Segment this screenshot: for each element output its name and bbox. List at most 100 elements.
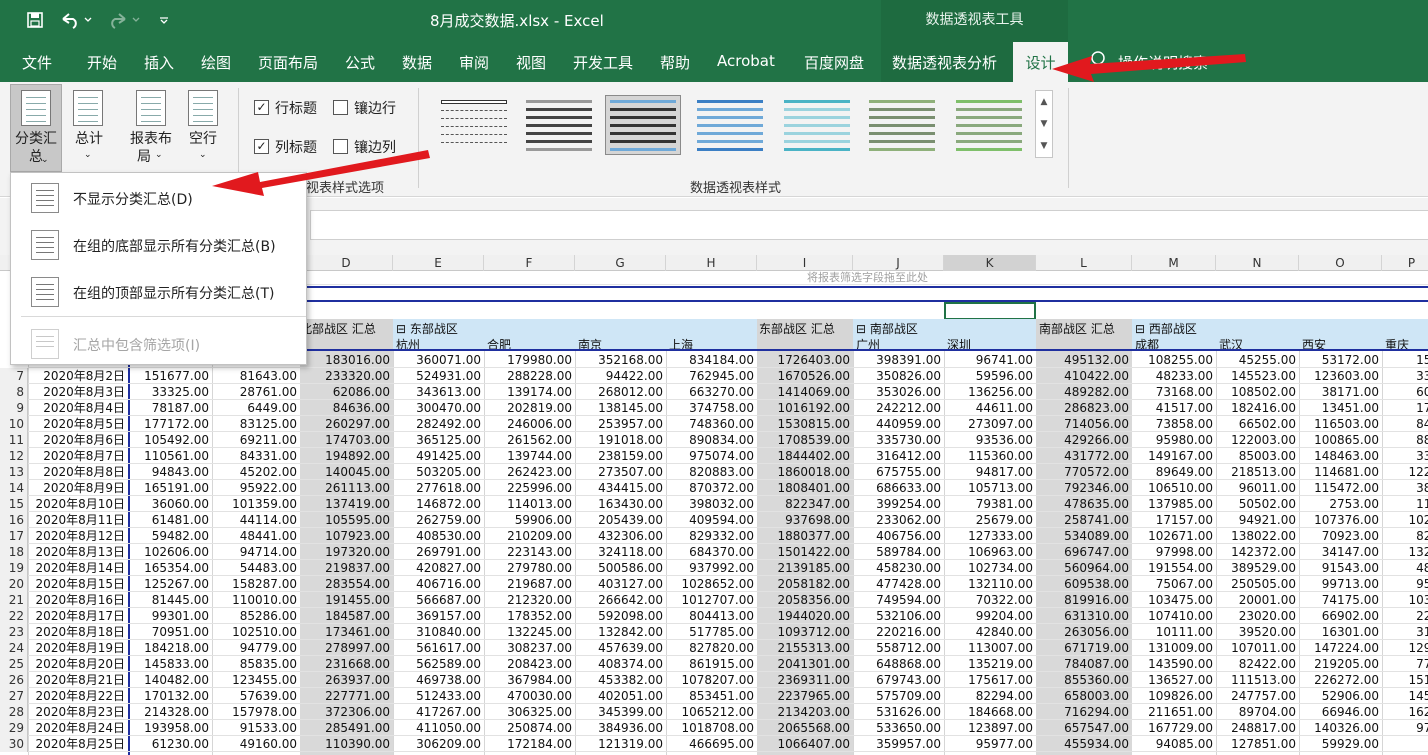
value-cell[interactable]: 1621: [1382, 704, 1428, 720]
value-cell[interactable]: 365125.00: [393, 432, 484, 448]
value-cell[interactable]: 1018708.00: [666, 720, 757, 736]
value-cell[interactable]: 123455.00: [212, 672, 300, 688]
value-cell[interactable]: 374758.00: [666, 400, 757, 416]
value-cell[interactable]: 23020.00: [1216, 608, 1299, 624]
value-cell[interactable]: 503205.00: [393, 464, 484, 480]
value-cell[interactable]: 6449.00: [212, 400, 300, 416]
value-cell[interactable]: 1: [1382, 736, 1428, 752]
value-cell[interactable]: 139744.00: [484, 448, 575, 464]
value-cell[interactable]: 402051.00: [575, 688, 666, 704]
value-cell[interactable]: 359957.00: [853, 736, 944, 752]
value-cell[interactable]: 533650.00: [853, 720, 944, 736]
value-cell[interactable]: 13451.00: [1299, 400, 1382, 416]
column-header-o[interactable]: O: [1299, 255, 1382, 271]
value-cell[interactable]: 111513.00: [1216, 672, 1299, 688]
value-cell[interactable]: 248817.00: [1216, 720, 1299, 736]
value-cell[interactable]: 250874.00: [484, 720, 575, 736]
pivot-style-light-blue[interactable]: [692, 95, 768, 155]
value-cell[interactable]: 429266.00: [1036, 432, 1132, 448]
value-cell[interactable]: 91543.00: [1299, 560, 1382, 576]
value-cell[interactable]: 84636.00: [300, 400, 393, 416]
value-cell[interactable]: 146872.00: [393, 496, 484, 512]
value-cell[interactable]: 85286.00: [212, 608, 300, 624]
value-cell[interactable]: 39520.00: [1216, 624, 1299, 640]
value-cell[interactable]: 59596.00: [944, 368, 1036, 384]
value-cell[interactable]: 266642.00: [575, 592, 666, 608]
value-cell[interactable]: 114681.00: [1299, 464, 1382, 480]
value-cell[interactable]: 33325.00: [130, 384, 212, 400]
value-cell[interactable]: 202819.00: [484, 400, 575, 416]
value-cell[interactable]: 10111.00: [1132, 624, 1216, 640]
value-cell[interactable]: 99204.00: [944, 608, 1036, 624]
value-cell[interactable]: 218513.00: [1216, 464, 1299, 480]
value-cell[interactable]: 675755.00: [853, 464, 944, 480]
value-cell[interactable]: 663270.00: [666, 384, 757, 400]
value-cell[interactable]: 1012707.00: [666, 592, 757, 608]
row-header[interactable]: 29: [0, 720, 28, 736]
value-cell[interactable]: 409594.00: [666, 512, 757, 528]
value-cell[interactable]: 455934.00: [1036, 736, 1132, 752]
value-cell[interactable]: 679743.00: [853, 672, 944, 688]
date-cell[interactable]: 2020年8月8日: [28, 464, 128, 480]
value-cell[interactable]: 59906.00: [484, 512, 575, 528]
value-cell[interactable]: 1530815.00: [757, 416, 853, 432]
value-cell[interactable]: 258741.00: [1036, 512, 1132, 528]
value-cell[interactable]: 819916.00: [1036, 592, 1132, 608]
value-cell[interactable]: 277618.00: [393, 480, 484, 496]
value-cell[interactable]: 115472.00: [1299, 480, 1382, 496]
date-cell[interactable]: 2020年8月9日: [28, 480, 128, 496]
value-cell[interactable]: 792346.00: [1036, 480, 1132, 496]
value-cell[interactable]: 96741.00: [944, 352, 1036, 368]
customize-qat-icon[interactable]: [157, 8, 171, 32]
value-cell[interactable]: 170132.00: [130, 688, 212, 704]
value-cell[interactable]: 716294.00: [1036, 704, 1132, 720]
value-cell[interactable]: 113007.00: [944, 640, 1036, 656]
value-cell[interactable]: 123603.00: [1299, 368, 1382, 384]
date-cell[interactable]: 2020年8月10日: [28, 496, 128, 512]
row-header[interactable]: 9: [0, 400, 28, 416]
south-region-header[interactable]: ⊟ 南部战区: [856, 320, 918, 337]
value-cell[interactable]: 609538.00: [1036, 576, 1132, 592]
value-cell[interactable]: 306209.00: [393, 736, 484, 752]
value-cell[interactable]: 53172.00: [1299, 352, 1382, 368]
tab-developer[interactable]: 开发工具: [573, 52, 633, 73]
value-cell[interactable]: 822347.00: [757, 496, 853, 512]
value-cell[interactable]: 191018.00: [575, 432, 666, 448]
value-cell[interactable]: 350826.00: [853, 368, 944, 384]
value-cell[interactable]: 686633.00: [853, 480, 944, 496]
value-cell[interactable]: 82422.00: [1216, 656, 1299, 672]
value-cell[interactable]: 1726403.00: [757, 352, 853, 368]
value-cell[interactable]: 420827.00: [393, 560, 484, 576]
value-cell[interactable]: 453382.00: [575, 672, 666, 688]
value-cell[interactable]: 94921.00: [1216, 512, 1299, 528]
value-cell[interactable]: 1025: [1382, 512, 1428, 528]
value-cell[interactable]: 269791.00: [393, 544, 484, 560]
value-cell[interactable]: 116503.00: [1299, 416, 1382, 432]
column-header-i[interactable]: I: [757, 255, 853, 271]
value-cell[interactable]: 408374.00: [575, 656, 666, 672]
value-cell[interactable]: 827820.00: [666, 640, 757, 656]
value-cell[interactable]: 279780.00: [484, 560, 575, 576]
value-cell[interactable]: 137985.00: [1132, 496, 1216, 512]
value-cell[interactable]: 1078207.00: [666, 672, 757, 688]
value-cell[interactable]: 970: [1382, 720, 1428, 736]
date-cell[interactable]: 2020年8月14日: [28, 560, 128, 576]
value-cell[interactable]: 1414069.00: [757, 384, 853, 400]
value-cell[interactable]: 827: [1382, 528, 1428, 544]
tab-design[interactable]: 设计: [1013, 42, 1068, 82]
save-icon[interactable]: [24, 8, 46, 32]
value-cell[interactable]: 73168.00: [1132, 384, 1216, 400]
value-cell[interactable]: 263056.00: [1036, 624, 1132, 640]
menu-item-subtotals-bottom[interactable]: 在组的底部显示所有分类汇总(B): [21, 224, 306, 264]
value-cell[interactable]: 829332.00: [666, 528, 757, 544]
value-cell[interactable]: 96011.00: [1216, 480, 1299, 496]
value-cell[interactable]: 470030.00: [484, 688, 575, 704]
value-cell[interactable]: 106963.00: [944, 544, 1036, 560]
value-cell[interactable]: 784087.00: [1036, 656, 1132, 672]
banded-rows-checkbox[interactable]: [333, 100, 348, 115]
value-cell[interactable]: 135219.00: [944, 656, 1036, 672]
value-cell[interactable]: 2058182.00: [757, 576, 853, 592]
value-cell[interactable]: 108255.00: [1132, 352, 1216, 368]
date-cell[interactable]: 2020年8月17日: [28, 608, 128, 624]
row-header[interactable]: 13: [0, 464, 28, 480]
